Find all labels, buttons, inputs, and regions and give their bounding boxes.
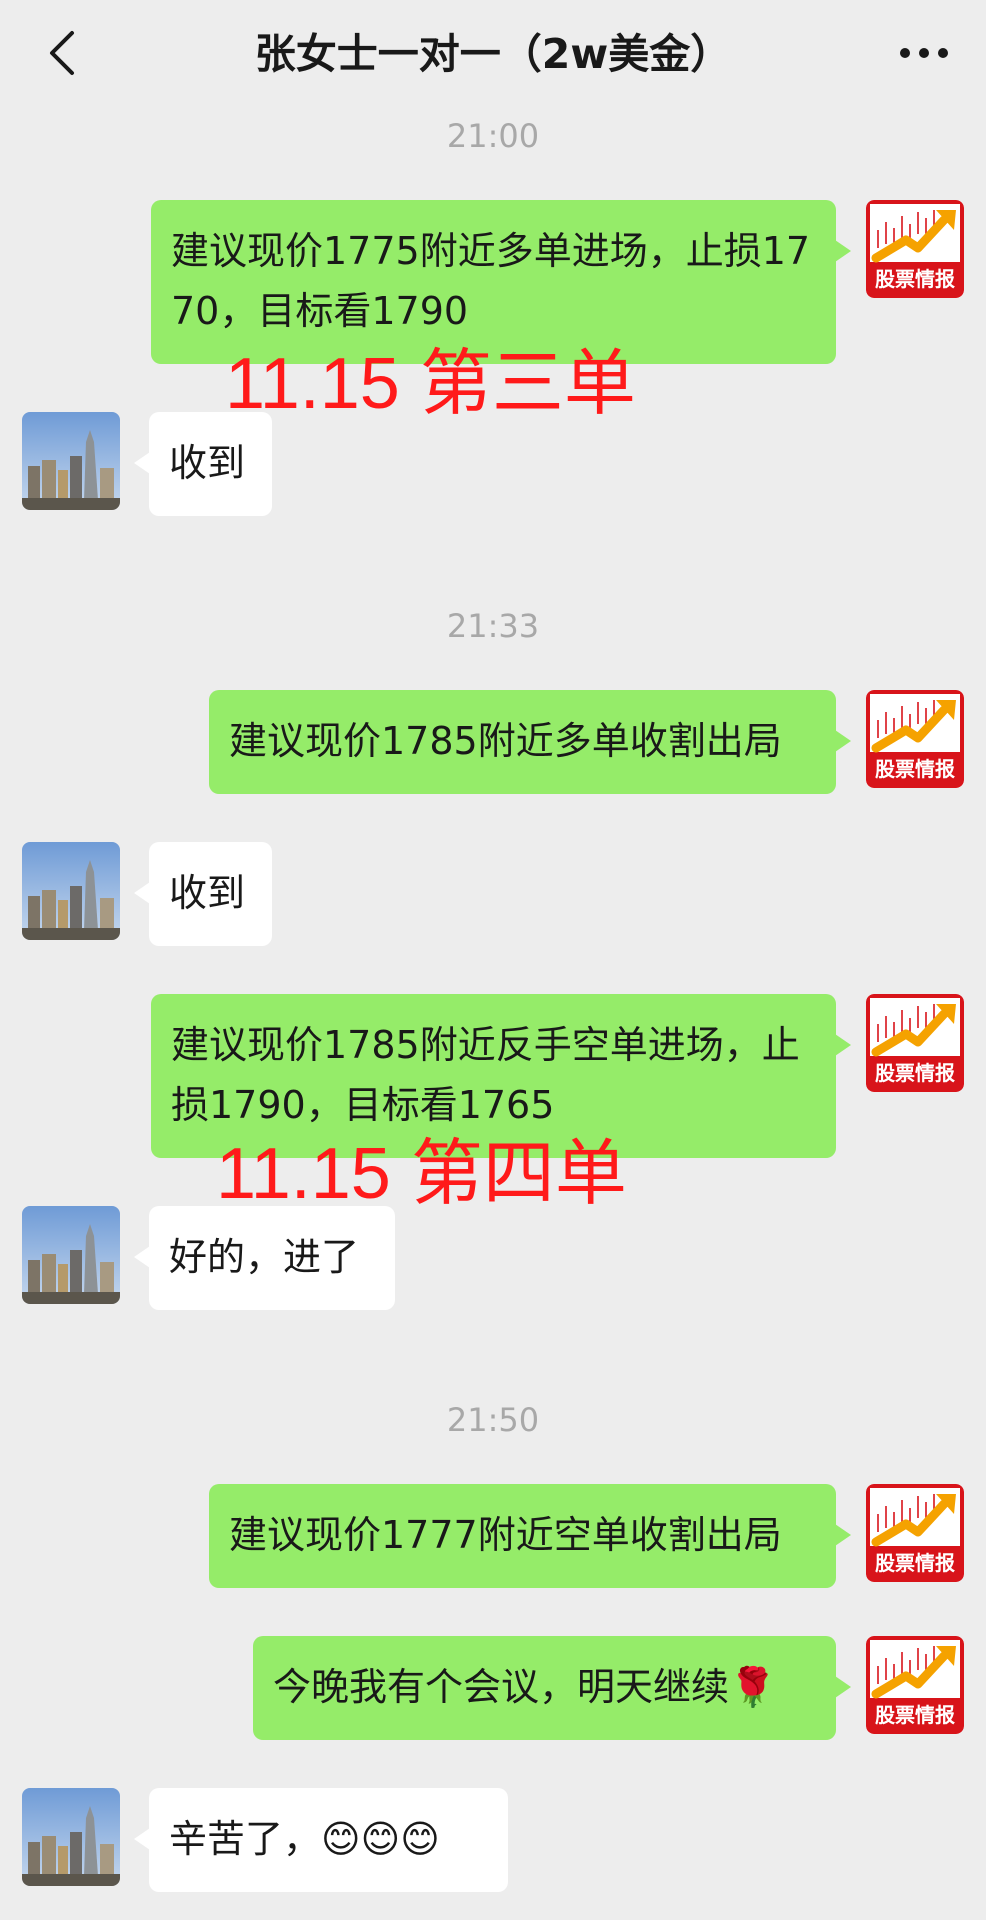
timestamp: 21:33 — [446, 607, 540, 645]
message-bubble-received[interactable]: 收到 — [134, 412, 272, 516]
message-text: 今晚我有个会议，明天继续 — [273, 1665, 730, 1709]
stock-logo-icon: 股票情报 — [866, 1636, 964, 1734]
message-bubble-received[interactable]: 好的，进了 — [134, 1206, 395, 1310]
timestamp: 21:00 — [446, 117, 540, 155]
chevron-left-icon — [50, 31, 74, 75]
message-bubble-sent[interactable]: 建议现价1775附近多单进场，止损1770，目标看1790 — [151, 200, 851, 364]
logo-text: 股票情报 — [875, 757, 955, 781]
message-text: 建议现价1785附近多单收割出局 — [229, 719, 782, 763]
message-text: 建议现价1777附近空单收割出局 — [229, 1513, 782, 1557]
message-text: 好的，进了 — [169, 1235, 360, 1279]
chat-title: 张女士一对一（2w美金） — [254, 30, 732, 78]
more-button[interactable] — [892, 28, 956, 78]
red-annotation: 11.15 第四单 — [216, 1134, 627, 1214]
city-skyline-icon — [22, 842, 120, 940]
account-avatar[interactable]: 股票情报 — [866, 994, 964, 1092]
message-text: 辛苦了， — [169, 1817, 322, 1861]
rose-emoji-icon: 🌹 — [729, 1665, 777, 1709]
stock-logo-icon: 股票情报 — [866, 690, 964, 788]
stock-logo-icon: 股票情报 — [866, 994, 964, 1092]
logo-text: 股票情报 — [875, 1703, 955, 1727]
smile-emoji-icon: 😊😊😊 — [321, 1817, 440, 1861]
message-text: 建议现价1785附近反手空单进场，止损1790，目标看1765 — [171, 1023, 800, 1127]
logo-text: 股票情报 — [875, 1061, 955, 1085]
contact-avatar[interactable] — [22, 1206, 120, 1304]
red-annotation: 11.15 第三单 — [225, 344, 636, 424]
city-skyline-icon — [22, 1206, 120, 1304]
city-skyline-icon — [22, 1788, 120, 1886]
message-text: 建议现价1775附近多单进场，止损1770，目标看1790 — [171, 229, 811, 333]
message-bubble-received[interactable]: 辛苦了，😊😊😊 — [134, 1788, 508, 1892]
message-bubble-sent[interactable]: 建议现价1777附近空单收割出局 — [209, 1484, 851, 1588]
chat-header: 张女士一对一（2w美金） — [0, 0, 986, 108]
contact-avatar[interactable] — [22, 1788, 120, 1886]
message-bubble-sent[interactable]: 建议现价1785附近多单收割出局 — [209, 690, 851, 794]
message-text: 收到 — [169, 871, 246, 915]
account-avatar[interactable]: 股票情报 — [866, 1484, 964, 1582]
contact-avatar[interactable] — [22, 412, 120, 510]
message-text: 收到 — [169, 441, 246, 485]
stock-logo-icon: 股票情报 — [866, 1484, 964, 1582]
message-bubble-sent[interactable]: 今晚我有个会议，明天继续🌹 — [253, 1636, 851, 1740]
city-skyline-icon — [22, 412, 120, 510]
account-avatar[interactable]: 股票情报 — [866, 200, 964, 298]
message-bubble-received[interactable]: 收到 — [134, 842, 272, 946]
logo-text: 股票情报 — [875, 1551, 955, 1575]
more-dots-icon — [900, 48, 948, 58]
timestamp: 21:50 — [446, 1401, 540, 1439]
stock-logo-icon: 股票情报 — [866, 200, 964, 298]
account-avatar[interactable]: 股票情报 — [866, 1636, 964, 1734]
contact-avatar[interactable] — [22, 842, 120, 940]
back-button[interactable] — [36, 26, 86, 80]
logo-text: 股票情报 — [875, 267, 955, 291]
account-avatar[interactable]: 股票情报 — [866, 690, 964, 788]
